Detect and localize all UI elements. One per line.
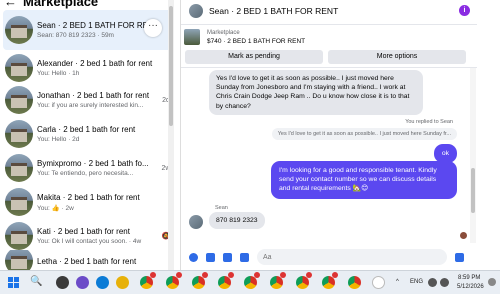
reply-quote[interactable]: Yes I'd love to get it as soon as possib… [271, 128, 457, 140]
conversation-snippet: You: Hello · 1h [37, 70, 80, 77]
file-explorer-icon[interactable] [116, 276, 129, 289]
chrome-icon[interactable] [296, 276, 309, 289]
notification-badge [202, 272, 208, 278]
more-options-icon[interactable]: ··· [144, 19, 162, 37]
reply-label: You replied to Sean [405, 119, 453, 125]
notifications-icon[interactable] [488, 278, 496, 286]
incoming-message: Yes I'd love to get it as soon as possib… [209, 70, 423, 115]
conversation-snippet: You: if you are surely interested kin... [37, 102, 144, 109]
scrollbar-thumb[interactable] [169, 6, 173, 126]
read-receipt-avatar [460, 232, 467, 239]
language-indicator[interactable]: ENG [410, 279, 423, 285]
notification-badge [150, 272, 156, 278]
gif-icon[interactable] [240, 252, 249, 262]
conversation-title: Letha · 2 bed 1 bath for rent [37, 256, 137, 266]
listing-thumbnail [5, 120, 33, 148]
listing-thumbnail [5, 250, 33, 272]
message-input[interactable] [257, 249, 447, 265]
mark-as-pending-button[interactable]: Mark as pending [185, 50, 323, 64]
listing-thumbnail[interactable] [184, 29, 200, 45]
listing-thumbnail [5, 54, 33, 82]
thumbs-up-icon[interactable] [455, 252, 464, 262]
teams-icon[interactable] [76, 276, 89, 289]
windows-start-icon[interactable] [8, 277, 19, 288]
listing-thumbnail [5, 222, 33, 250]
conversation-item-letha[interactable]: Letha · 2 bed 1 bath for rent [3, 250, 173, 272]
more-options-button[interactable]: More options [328, 50, 466, 64]
clock-date[interactable]: 5/12/2026 [457, 284, 484, 290]
chrome-icon[interactable] [270, 276, 283, 289]
incoming-message-phone: 870 819 2323 [209, 212, 265, 230]
windows-taskbar: 🔍 ^ ENG 8:59 PM 5/12/2026 [0, 270, 500, 294]
clock-time[interactable]: 8:59 PM [458, 275, 480, 281]
marketplace-header: ← Marketplace [0, 0, 176, 9]
message-composer [181, 246, 477, 268]
page-title: Marketplace [23, 0, 99, 9]
edge-icon[interactable] [96, 276, 109, 289]
conversation-title: Jonathan · 2 bed 1 bath for rent [37, 91, 150, 100]
conversation-title: Carla · 2 bed 1 bath for rent [37, 125, 136, 134]
conversation-list-scrollbar[interactable] [168, 0, 174, 270]
conversation-title: Bymixpromo · 2 bed 1 bath fo... [37, 159, 149, 168]
tray-chevron-icon[interactable]: ^ [396, 279, 399, 285]
chrome-icon[interactable] [166, 276, 179, 289]
notification-badge [280, 272, 286, 278]
notification-badge [306, 272, 312, 278]
sticker-icon[interactable] [223, 252, 232, 262]
notification-badge [176, 272, 182, 278]
scrollbar-thumb[interactable] [471, 168, 475, 213]
microphone-icon[interactable] [189, 252, 198, 262]
notification-badge [228, 272, 234, 278]
listing-price-title[interactable]: $740 · 2 BED 1 BATH FOR RENT [207, 38, 305, 45]
sender-label: Sean [215, 205, 228, 211]
info-icon[interactable]: i [459, 5, 470, 16]
message-thread: Yes I'd love to get it as soon as possib… [181, 68, 477, 243]
listing-card: Marketplace $740 · 2 BED 1 BATH FOR RENT… [181, 24, 477, 68]
chat-header: Sean · 2 BED 1 BATH FOR RENT [181, 0, 477, 22]
app-icon[interactable] [372, 276, 385, 289]
wifi-icon[interactable] [428, 278, 437, 287]
conversation-snippet: You: Te entiendo, pero necesita... [37, 170, 134, 177]
listing-thumbnail [5, 188, 33, 216]
volume-icon[interactable] [440, 278, 449, 287]
conversation-title: Alexander · 2 bed 1 bath for rent [37, 59, 153, 68]
back-arrow-icon[interactable]: ← [4, 0, 17, 9]
chrome-icon[interactable] [140, 276, 153, 289]
listing-thumbnail [5, 154, 33, 182]
avatar[interactable] [189, 215, 203, 229]
chat-scrollbar[interactable] [470, 68, 476, 243]
listing-thumbnail [5, 16, 33, 44]
chrome-icon[interactable] [192, 276, 205, 289]
conversation-title: Kati · 2 bed 1 bath for rent [37, 227, 130, 236]
conversation-snippet: You: Hello · 2d [37, 136, 80, 143]
chat-panel: Sean · 2 BED 1 BATH FOR RENT i Marketpla… [180, 0, 477, 270]
notification-badge [332, 272, 338, 278]
avatar[interactable] [189, 4, 203, 18]
chrome-icon[interactable] [244, 276, 257, 289]
conversation-snippet: You: Ok I will contact you soon. · 4w [37, 238, 142, 245]
conversation-snippet: You: 👍 · 2w [37, 204, 74, 212]
listing-source: Marketplace [207, 30, 240, 36]
task-view-icon[interactable] [56, 276, 69, 289]
chrome-icon[interactable] [348, 276, 361, 289]
notification-badge [254, 272, 260, 278]
image-icon[interactable] [206, 252, 215, 262]
outgoing-message: I'm looking for a good and responsible t… [271, 161, 457, 199]
conversation-list-panel: ← Marketplace Sean · 2 BED 1 BATH FOR RE… [0, 0, 176, 272]
chat-title[interactable]: Sean · 2 BED 1 BATH FOR RENT [209, 6, 338, 16]
chrome-icon[interactable] [218, 276, 231, 289]
conversation-title: Makita · 2 bed 1 bath for rent [37, 192, 140, 202]
listing-thumbnail [5, 86, 33, 114]
chrome-icon[interactable] [322, 276, 335, 289]
search-icon[interactable]: 🔍 [30, 276, 42, 287]
